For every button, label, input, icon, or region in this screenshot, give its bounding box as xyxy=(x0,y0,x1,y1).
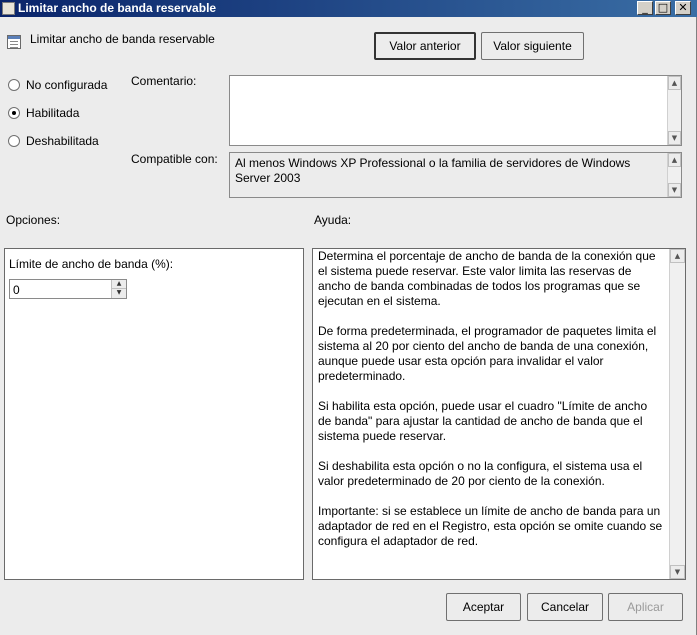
help-paragraph: Determina el porcentaje de ancho de band… xyxy=(318,249,656,308)
scroll-down-icon[interactable]: ▼ xyxy=(668,183,681,197)
maximize-button[interactable]: □ xyxy=(655,1,671,15)
close-button[interactable]: ✕ xyxy=(675,1,691,15)
help-panel: Determina el porcentaje de ancho de band… xyxy=(312,248,686,580)
radio-circle xyxy=(8,79,20,91)
scroll-down-icon[interactable]: ▼ xyxy=(670,565,685,579)
bandwidth-limit-label: Límite de ancho de banda (%): xyxy=(9,257,174,271)
app-icon xyxy=(2,2,15,15)
radio-label: Deshabilitada xyxy=(26,134,99,148)
radio-disabled[interactable]: Deshabilitada xyxy=(8,134,138,150)
scroll-down-icon[interactable]: ▼ xyxy=(668,131,681,145)
title-bar[interactable]: Limitar ancho de banda reservable _ □ ✕ xyxy=(0,0,697,17)
options-section-label: Opciones: xyxy=(6,213,61,227)
comment-label: Comentario: xyxy=(131,74,197,88)
compatible-scrollbar[interactable]: ▲ ▼ xyxy=(667,153,681,197)
dialog-body: Limitar ancho de banda reservable Valor … xyxy=(0,17,697,635)
spin-down-icon[interactable]: ▼ xyxy=(112,289,126,298)
bandwidth-limit-spinner[interactable]: 0 ▲ ▼ xyxy=(9,279,127,299)
radio-label: No configurada xyxy=(26,78,108,92)
compatible-label: Compatible con: xyxy=(131,152,218,166)
previous-setting-button[interactable]: Valor anterior xyxy=(374,32,476,60)
help-paragraph: De forma predeterminada, el programador … xyxy=(318,324,657,383)
apply-button[interactable]: Aplicar xyxy=(608,593,683,621)
help-text: Determina el porcentaje de ancho de band… xyxy=(318,249,663,564)
options-panel: Límite de ancho de banda (%): 0 ▲ ▼ xyxy=(4,248,304,580)
spin-up-icon[interactable]: ▲ xyxy=(112,280,126,289)
spinner-buttons: ▲ ▼ xyxy=(111,280,126,298)
scroll-up-icon[interactable]: ▲ xyxy=(668,153,681,167)
minimize-button[interactable]: _ xyxy=(637,1,653,15)
comment-scrollbar[interactable]: ▲ ▼ xyxy=(667,76,681,145)
next-setting-button[interactable]: Valor siguiente xyxy=(481,32,584,60)
compatible-value: Al menos Windows XP Professional o la fa… xyxy=(235,156,631,185)
radio-not-configured[interactable]: No configurada xyxy=(8,78,138,94)
help-scrollbar[interactable]: ▲ ▼ xyxy=(669,249,685,579)
policy-icon xyxy=(7,35,21,49)
help-paragraph: Importante: si se establece un límite de… xyxy=(318,504,663,548)
comment-textarea[interactable]: ▲ ▼ xyxy=(229,75,682,146)
help-paragraph: Si deshabilita esta opción o no la confi… xyxy=(318,459,643,488)
help-section-label: Ayuda: xyxy=(314,213,352,227)
help-paragraph: Si habilita esta opción, puede usar el c… xyxy=(318,399,648,443)
radio-selected-dot xyxy=(12,111,16,115)
scroll-up-icon[interactable]: ▲ xyxy=(668,76,681,90)
radio-circle xyxy=(8,107,20,119)
cancel-button[interactable]: Cancelar xyxy=(527,593,603,621)
compatible-field: Al menos Windows XP Professional o la fa… xyxy=(229,152,682,198)
radio-label: Habilitada xyxy=(26,106,80,120)
scroll-up-icon[interactable]: ▲ xyxy=(670,249,685,263)
window-title: Limitar ancho de banda reservable xyxy=(18,1,217,15)
radio-enabled[interactable]: Habilitada xyxy=(8,106,138,122)
policy-name: Limitar ancho de banda reservable xyxy=(30,32,215,46)
radio-circle xyxy=(8,135,20,147)
ok-button[interactable]: Aceptar xyxy=(446,593,521,621)
bandwidth-limit-value: 0 xyxy=(13,283,20,297)
